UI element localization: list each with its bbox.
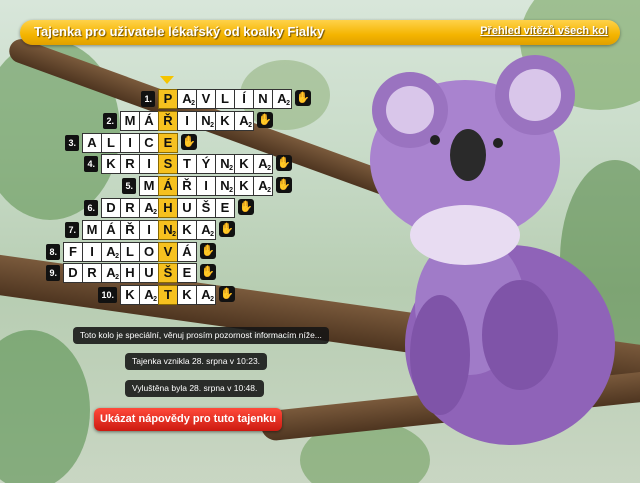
letter-cell[interactable]: T — [177, 154, 197, 175]
letter-cell[interactable]: I — [120, 132, 140, 153]
row-number: 7. — [65, 221, 79, 238]
letter-cell[interactable]: N2 — [215, 154, 235, 175]
letter-cell[interactable]: A2 — [101, 241, 121, 262]
letter-cell[interactable]: I — [196, 176, 216, 197]
letter-cell[interactable]: A2 — [139, 198, 159, 218]
letter-cell[interactable]: K — [177, 219, 197, 240]
solution-letter-cell[interactable]: V — [158, 241, 178, 262]
solution-letter-cell[interactable]: P — [158, 89, 178, 109]
letter-cell[interactable]: Ý — [196, 154, 216, 175]
letter-cell[interactable]: Í — [234, 89, 254, 109]
thumbs-up-icon[interactable]: ✋ — [295, 90, 311, 106]
letter-cell[interactable]: Á — [139, 110, 159, 131]
solved-time-text: Vyluštěna byla 28. srpna v 10:48. — [125, 380, 265, 397]
thumbs-up-icon[interactable]: ✋ — [219, 220, 235, 237]
title-bar: Tajenka pro uživatele lékařský od koalky… — [20, 20, 620, 45]
thumbs-up-icon[interactable]: ✋ — [181, 133, 197, 150]
solution-letter-cell[interactable]: Á — [158, 176, 178, 197]
letter-cell[interactable]: K — [234, 176, 254, 197]
solution-letter-cell[interactable]: E — [158, 132, 178, 153]
letter-cell[interactable]: A2 — [101, 263, 121, 284]
solution-letter-cell[interactable]: H — [158, 198, 178, 218]
letter-cell[interactable]: K — [215, 110, 235, 131]
special-round-notice: Toto kolo je speciální, věnuj prosím poz… — [73, 327, 329, 344]
letter-cell[interactable]: I — [82, 241, 102, 262]
letter-cell[interactable]: N2 — [215, 176, 235, 197]
letter-cell[interactable]: I — [139, 154, 159, 175]
page-title: Tajenka pro uživatele lékařský od koalky… — [34, 24, 325, 39]
letter-cell[interactable]: Ř — [177, 176, 197, 197]
letter-cell[interactable]: E — [215, 198, 235, 218]
row-number: 4. — [84, 156, 98, 173]
solution-letter-cell[interactable]: S — [158, 154, 178, 175]
letter-cell[interactable]: N2 — [196, 110, 216, 131]
row-number: 1. — [141, 91, 155, 107]
letter-cell[interactable]: K — [177, 285, 197, 306]
letter-cell[interactable]: K — [234, 154, 254, 175]
letter-cell[interactable]: A — [82, 132, 102, 153]
letter-cell[interactable]: L — [101, 132, 121, 153]
letter-cell[interactable]: N — [253, 89, 273, 109]
letter-cell[interactable]: A2 — [253, 176, 273, 197]
letter-cell[interactable]: D — [101, 198, 121, 218]
letter-cell[interactable]: U — [177, 198, 197, 218]
solution-letter-cell[interactable]: T — [158, 285, 178, 306]
row-number: 8. — [46, 243, 60, 260]
letter-cell[interactable]: Á — [177, 241, 197, 262]
row-number: 5. — [122, 178, 136, 195]
show-hints-button[interactable]: Ukázat nápovědy pro tuto tajenku — [94, 408, 282, 431]
letter-cell[interactable]: U — [139, 263, 159, 284]
row-number: 6. — [84, 200, 98, 216]
letter-cell[interactable]: A2 — [234, 110, 254, 131]
thumbs-up-icon[interactable]: ✋ — [219, 286, 235, 303]
letter-cell[interactable]: K — [120, 285, 140, 306]
solution-letter-cell[interactable]: N2 — [158, 219, 178, 240]
thumbs-up-icon[interactable]: ✋ — [200, 264, 216, 281]
letter-cell[interactable]: D — [63, 263, 83, 284]
thumbs-up-icon[interactable]: ✋ — [276, 155, 292, 172]
thumbs-up-icon[interactable]: ✋ — [257, 111, 273, 128]
row-number: 10. — [98, 287, 117, 304]
letter-cell[interactable]: M — [139, 176, 159, 197]
letter-cell[interactable]: A2 — [139, 285, 159, 306]
letter-cell[interactable]: L — [120, 241, 140, 262]
letter-cell[interactable]: C — [139, 132, 159, 153]
letter-cell[interactable]: R — [82, 263, 102, 284]
thumbs-up-icon[interactable]: ✋ — [276, 177, 292, 194]
row-number: 9. — [46, 265, 60, 282]
letter-cell[interactable]: I — [139, 219, 159, 240]
letter-cell[interactable]: R — [120, 154, 140, 175]
letter-cell[interactable]: E — [177, 263, 197, 284]
letter-cell[interactable]: Ř — [120, 219, 140, 240]
letter-cell[interactable]: Š — [196, 198, 216, 218]
letter-cell[interactable]: I — [177, 110, 197, 131]
row-number: 3. — [65, 134, 79, 151]
letter-cell[interactable]: M — [82, 219, 102, 240]
letter-cell[interactable]: V — [196, 89, 216, 109]
letter-cell[interactable]: A2 — [196, 285, 216, 306]
letter-cell[interactable]: A2 — [196, 219, 216, 240]
koala-image — [370, 55, 615, 445]
winners-overview-link[interactable]: Přehled vítězů všech kol — [480, 25, 608, 37]
row-number: 2. — [103, 112, 117, 129]
created-time-text: Tajenka vznikla 28. srpna v 10:23. — [125, 353, 268, 370]
solution-letter-cell[interactable]: Ř — [158, 110, 178, 131]
letter-cell[interactable]: H — [120, 263, 140, 284]
letter-cell[interactable]: A2 — [177, 89, 197, 109]
letter-cell[interactable]: A2 — [272, 89, 292, 109]
letter-cell[interactable]: K — [101, 154, 121, 175]
letter-cell[interactable]: A2 — [253, 154, 273, 175]
letter-cell[interactable]: F — [63, 241, 83, 262]
letter-cell[interactable]: L — [215, 89, 235, 109]
solution-letter-cell[interactable]: Š — [158, 263, 178, 284]
thumbs-up-icon[interactable]: ✋ — [238, 199, 254, 215]
letter-cell[interactable]: O — [139, 241, 159, 262]
down-arrow-marker-icon — [160, 76, 174, 84]
thumbs-up-icon[interactable]: ✋ — [200, 242, 216, 259]
letter-cell[interactable]: M — [120, 110, 140, 131]
letter-cell[interactable]: Á — [101, 219, 121, 240]
letter-cell[interactable]: R — [120, 198, 140, 218]
